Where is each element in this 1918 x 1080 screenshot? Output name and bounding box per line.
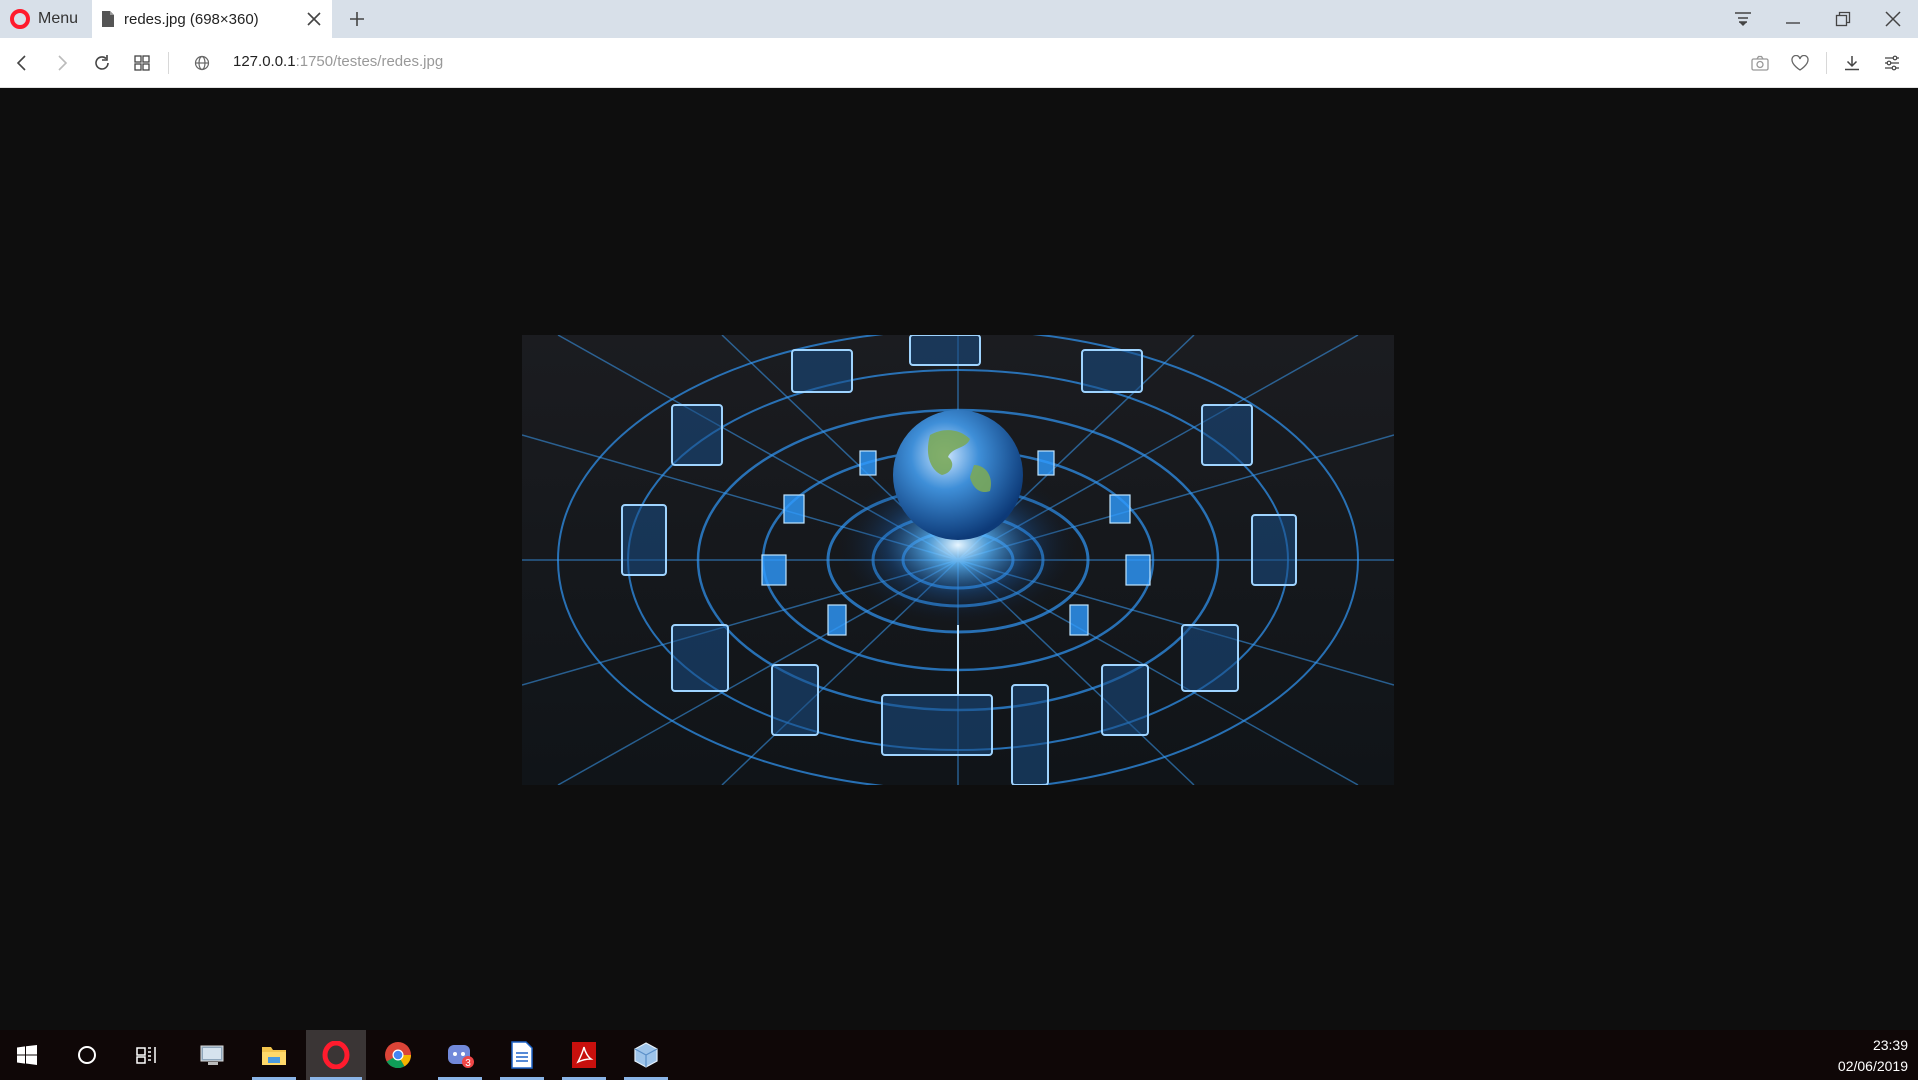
address-bar: 127.0.0.1:1750/testes/redes.jpg xyxy=(0,38,1918,88)
opera-logo-icon xyxy=(10,9,30,29)
back-icon[interactable] xyxy=(8,49,36,77)
tab-redes[interactable]: redes.jpg (698×360) xyxy=(92,0,332,38)
discord-icon[interactable]: 3 xyxy=(434,1030,486,1080)
document-editor-icon[interactable] xyxy=(496,1030,548,1080)
clock-date: 02/06/2019 xyxy=(1837,1058,1908,1074)
menu-label: Menu xyxy=(38,10,79,27)
opera-menu-button[interactable]: Menu xyxy=(0,0,92,38)
file-icon xyxy=(102,11,114,27)
windows-taskbar: 3 23:39 02/06/2019 xyxy=(0,1030,1918,1080)
close-window-icon[interactable] xyxy=(1868,0,1918,38)
file-explorer-icon[interactable] xyxy=(248,1030,300,1080)
url-field[interactable]: 127.0.0.1:1750/testes/redes.jpg xyxy=(233,53,443,70)
restore-icon[interactable] xyxy=(1818,0,1868,38)
url-path: :1750/testes/redes.jpg xyxy=(295,53,444,70)
globe-icon[interactable] xyxy=(188,49,216,77)
tab-menu-icon[interactable] xyxy=(1718,0,1768,38)
divider xyxy=(168,52,169,74)
system-clock[interactable]: 23:39 02/06/2019 xyxy=(1838,1035,1908,1077)
minimize-icon[interactable] xyxy=(1768,0,1818,38)
notification-badge: 3 xyxy=(465,1058,471,1069)
task-view-icon[interactable] xyxy=(122,1030,172,1080)
network-image[interactable] xyxy=(522,335,1394,785)
url-host: 127.0.0.1 xyxy=(233,53,296,70)
tab-strip: Menu redes.jpg (698×360) xyxy=(0,0,1918,38)
remote-desktop-icon[interactable] xyxy=(188,1030,238,1080)
tab-title: redes.jpg (698×360) xyxy=(124,10,259,28)
chrome-icon[interactable] xyxy=(372,1030,424,1080)
opera-taskbar-icon[interactable] xyxy=(306,1030,366,1080)
network-illustration xyxy=(522,335,1394,785)
virtualbox-icon[interactable] xyxy=(620,1030,672,1080)
reload-icon[interactable] xyxy=(88,49,116,77)
window-controls xyxy=(1718,0,1918,38)
cortana-icon[interactable] xyxy=(62,1030,112,1080)
image-viewer xyxy=(0,88,1918,1030)
easy-setup-icon[interactable] xyxy=(1878,49,1906,77)
divider xyxy=(1826,52,1827,74)
acrobat-reader-icon[interactable] xyxy=(558,1030,610,1080)
snapshot-camera-icon[interactable] xyxy=(1746,49,1774,77)
windows-start-icon[interactable] xyxy=(0,1030,54,1080)
new-tab-button[interactable] xyxy=(344,6,370,32)
bookmark-heart-icon[interactable] xyxy=(1786,49,1814,77)
screen: Menu redes.jpg (698×360) 127.0.0.1:1750/… xyxy=(0,0,1918,1080)
download-icon[interactable] xyxy=(1838,49,1866,77)
forward-icon[interactable] xyxy=(48,49,76,77)
clock-time: 23:39 xyxy=(1872,1037,1908,1053)
tab-close-icon[interactable] xyxy=(304,9,324,29)
speed-dial-icon[interactable] xyxy=(128,49,156,77)
